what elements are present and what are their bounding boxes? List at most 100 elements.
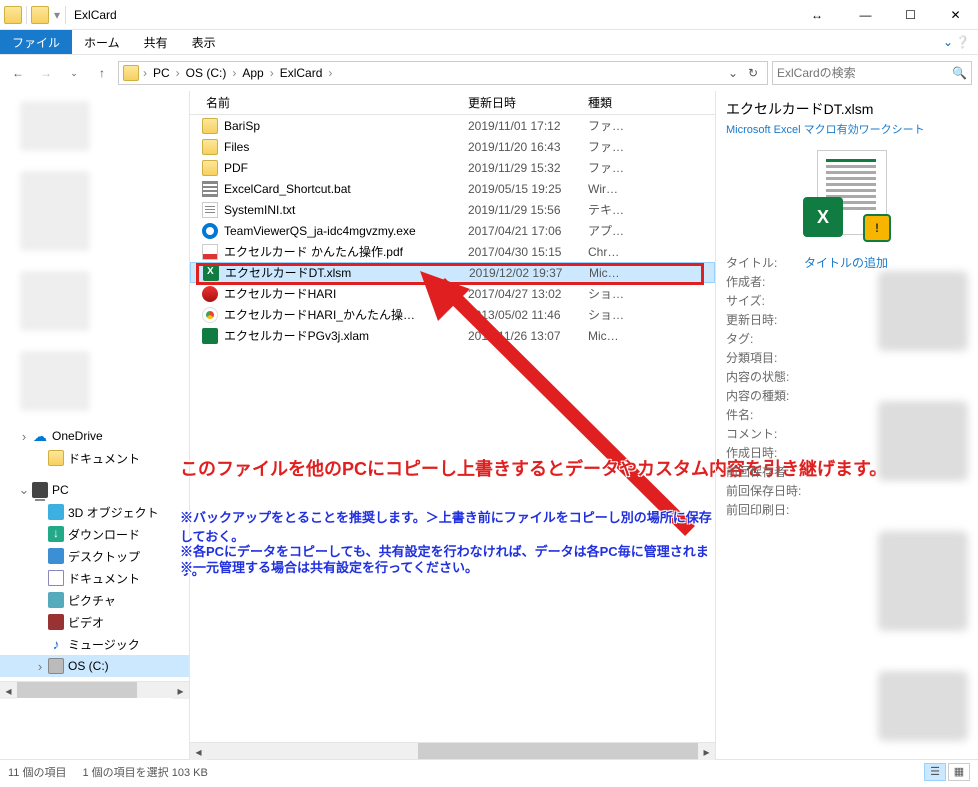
file-row[interactable]: エクセルカードHARI_かんたん操… 2013/05/02 11:46 ショ… (190, 304, 715, 325)
history-dropdown-button[interactable]: ⌄ (62, 61, 86, 85)
annotation-text-note: ※バックアップをとることを推奨します。＞上書き前にファイルをコピーし別の場所に保… (180, 507, 715, 545)
blurred-region (20, 101, 90, 151)
video-icon (48, 614, 64, 630)
file-row[interactable]: ExcelCard_Shortcut.bat 2019/05/15 19:25 … (190, 178, 715, 199)
sidebar-hscrollbar[interactable]: ◂▸ (0, 681, 189, 698)
forward-button[interactable]: → (34, 61, 58, 85)
chevron-right-icon[interactable]: › (141, 66, 149, 80)
file-type: Wir… (588, 182, 715, 196)
prop-label: サイズ: (726, 292, 804, 309)
search-input[interactable] (777, 66, 937, 80)
file-row[interactable]: エクセルカードHARI 2017/04/27 13:02 ショ… (190, 283, 715, 304)
file-list[interactable]: BariSp 2019/11/01 17:12 ファ… Files 2019/1… (190, 115, 715, 759)
file-date: 2019/11/01 17:12 (468, 119, 588, 133)
file-icon (202, 286, 218, 302)
column-type[interactable]: 種類 (588, 94, 715, 111)
file-type: Chr… (588, 245, 715, 259)
file-row[interactable]: Files 2019/11/20 16:43 ファ… (190, 136, 715, 157)
prop-label: 前回保存者: (726, 463, 804, 480)
ribbon-tabs: ファイル ホーム 共有 表示 ⌄ ❔ (0, 30, 978, 55)
breadcrumb-pc[interactable]: PC (149, 66, 174, 80)
close-button[interactable]: ✕ (933, 0, 978, 30)
file-type: ファ… (588, 117, 715, 134)
navigation-bar: ← → ⌄ ↑ › PC › OS (C:) › App › ExlCard ›… (0, 55, 978, 91)
search-box[interactable]: 🔍 (772, 61, 972, 85)
tree-node-osdrive[interactable]: ›OS (C:) (0, 655, 189, 677)
file-row[interactable]: TeamViewerQS_ja-idc4mgvzmy.exe 2017/04/2… (190, 220, 715, 241)
file-date: 2019/12/02 19:37 (469, 266, 589, 280)
tab-view[interactable]: 表示 (180, 30, 228, 54)
file-name: エクセルカード かんたん操作.pdf (224, 243, 468, 260)
chevron-right-icon[interactable]: › (174, 66, 182, 80)
view-details-button[interactable]: ☰ (924, 763, 946, 781)
file-row[interactable]: エクセルカード かんたん操作.pdf 2017/04/30 15:15 Chr… (190, 241, 715, 262)
annotation-text-note: ※一元管理する場合は共有設定を行ってください。 (180, 557, 478, 576)
tree-node-3dobjects[interactable]: 3D オブジェクト (0, 501, 189, 523)
tree-node-pictures[interactable]: ピクチャ (0, 589, 189, 611)
minimize-button[interactable]: — (843, 0, 888, 30)
chevron-right-icon[interactable]: › (268, 66, 276, 80)
status-bar: 11 個の項目 1 個の項目を選択 103 KB ☰ ▦ (0, 759, 978, 783)
address-dropdown-button[interactable]: ⌄ (723, 64, 743, 82)
file-row[interactable]: BariSp 2019/11/01 17:12 ファ… (190, 115, 715, 136)
address-bar[interactable]: › PC › OS (C:) › App › ExlCard › ⌄ ↻ (118, 61, 768, 85)
tree-node-documents[interactable]: ドキュメント (0, 447, 189, 469)
view-icons-button[interactable]: ▦ (948, 763, 970, 781)
chevron-right-icon[interactable]: › (326, 66, 334, 80)
resize-arrows-icon: ↔ (811, 8, 823, 22)
tab-home[interactable]: ホーム (72, 30, 132, 54)
ribbon-expand-button[interactable]: ⌄ ❔ (935, 30, 978, 54)
tree-node-desktop[interactable]: デスクトップ (0, 545, 189, 567)
column-name[interactable]: 名前 (202, 94, 468, 111)
file-date: 2019/11/26 13:07 (468, 329, 588, 343)
tree-label: ミュージック (68, 636, 140, 653)
search-icon[interactable]: 🔍 (952, 66, 967, 80)
back-button[interactable]: ← (6, 61, 30, 85)
file-date: 2019/11/20 16:43 (468, 140, 588, 154)
tree-node-onedrive[interactable]: ›OneDrive (0, 425, 189, 447)
prop-label: 件名: (726, 406, 804, 423)
tree-node-music[interactable]: ミュージック (0, 633, 189, 655)
breadcrumb-folder[interactable]: ExlCard (276, 66, 327, 80)
file-icon (202, 139, 218, 155)
up-button[interactable]: ↑ (90, 61, 114, 85)
file-date: 2019/11/29 15:32 (468, 161, 588, 175)
tree-node-pc[interactable]: ⌄PC (0, 479, 189, 501)
download-icon (48, 526, 64, 542)
file-row[interactable]: エクセルカードPGv3j.xlam 2019/11/26 13:07 Mic… (190, 325, 715, 346)
app-icon[interactable] (4, 6, 22, 24)
prop-label: 作成日時: (726, 444, 804, 461)
file-icon (202, 244, 218, 260)
file-preview-icon: X (797, 145, 897, 245)
prop-label: 内容の状態: (726, 368, 804, 385)
add-title-link[interactable]: タイトルの追加 (804, 254, 888, 271)
file-row[interactable]: エクセルカードDT.xlsm 2019/12/02 19:37 Mic… (190, 262, 715, 283)
maximize-button[interactable]: ☐ (888, 0, 933, 30)
blurred-region (878, 401, 968, 481)
tree-node-documents[interactable]: ドキュメント (0, 567, 189, 589)
breadcrumb-drive[interactable]: OS (C:) (182, 66, 231, 80)
chevron-right-icon[interactable]: › (230, 66, 238, 80)
cloud-icon (32, 428, 48, 444)
filelist-hscrollbar[interactable]: ◂▸ (190, 742, 715, 759)
tree-label: PC (52, 483, 69, 497)
file-type: アプ… (588, 222, 715, 239)
column-date[interactable]: 更新日時 (468, 94, 588, 111)
breadcrumb-app[interactable]: App (238, 66, 267, 80)
file-date: 2017/04/21 17:06 (468, 224, 588, 238)
refresh-button[interactable]: ↻ (743, 64, 763, 82)
file-name: PDF (224, 161, 468, 175)
tab-file[interactable]: ファイル (0, 30, 72, 54)
folder-icon[interactable] (31, 6, 49, 24)
tree-node-videos[interactable]: ビデオ (0, 611, 189, 633)
file-date: 2017/04/30 15:15 (468, 245, 588, 259)
file-type: ショ… (588, 285, 715, 302)
chevron-down-icon[interactable]: ▾ (54, 8, 60, 22)
tree-node-downloads[interactable]: ダウンロード (0, 523, 189, 545)
blurred-region (20, 351, 90, 411)
file-row[interactable]: SystemINI.txt 2019/11/29 15:56 テキ… (190, 199, 715, 220)
file-row[interactable]: PDF 2019/11/29 15:32 ファ… (190, 157, 715, 178)
quick-access-toolbar: ▾ (0, 6, 70, 24)
picture-icon (48, 592, 64, 608)
tab-share[interactable]: 共有 (132, 30, 180, 54)
